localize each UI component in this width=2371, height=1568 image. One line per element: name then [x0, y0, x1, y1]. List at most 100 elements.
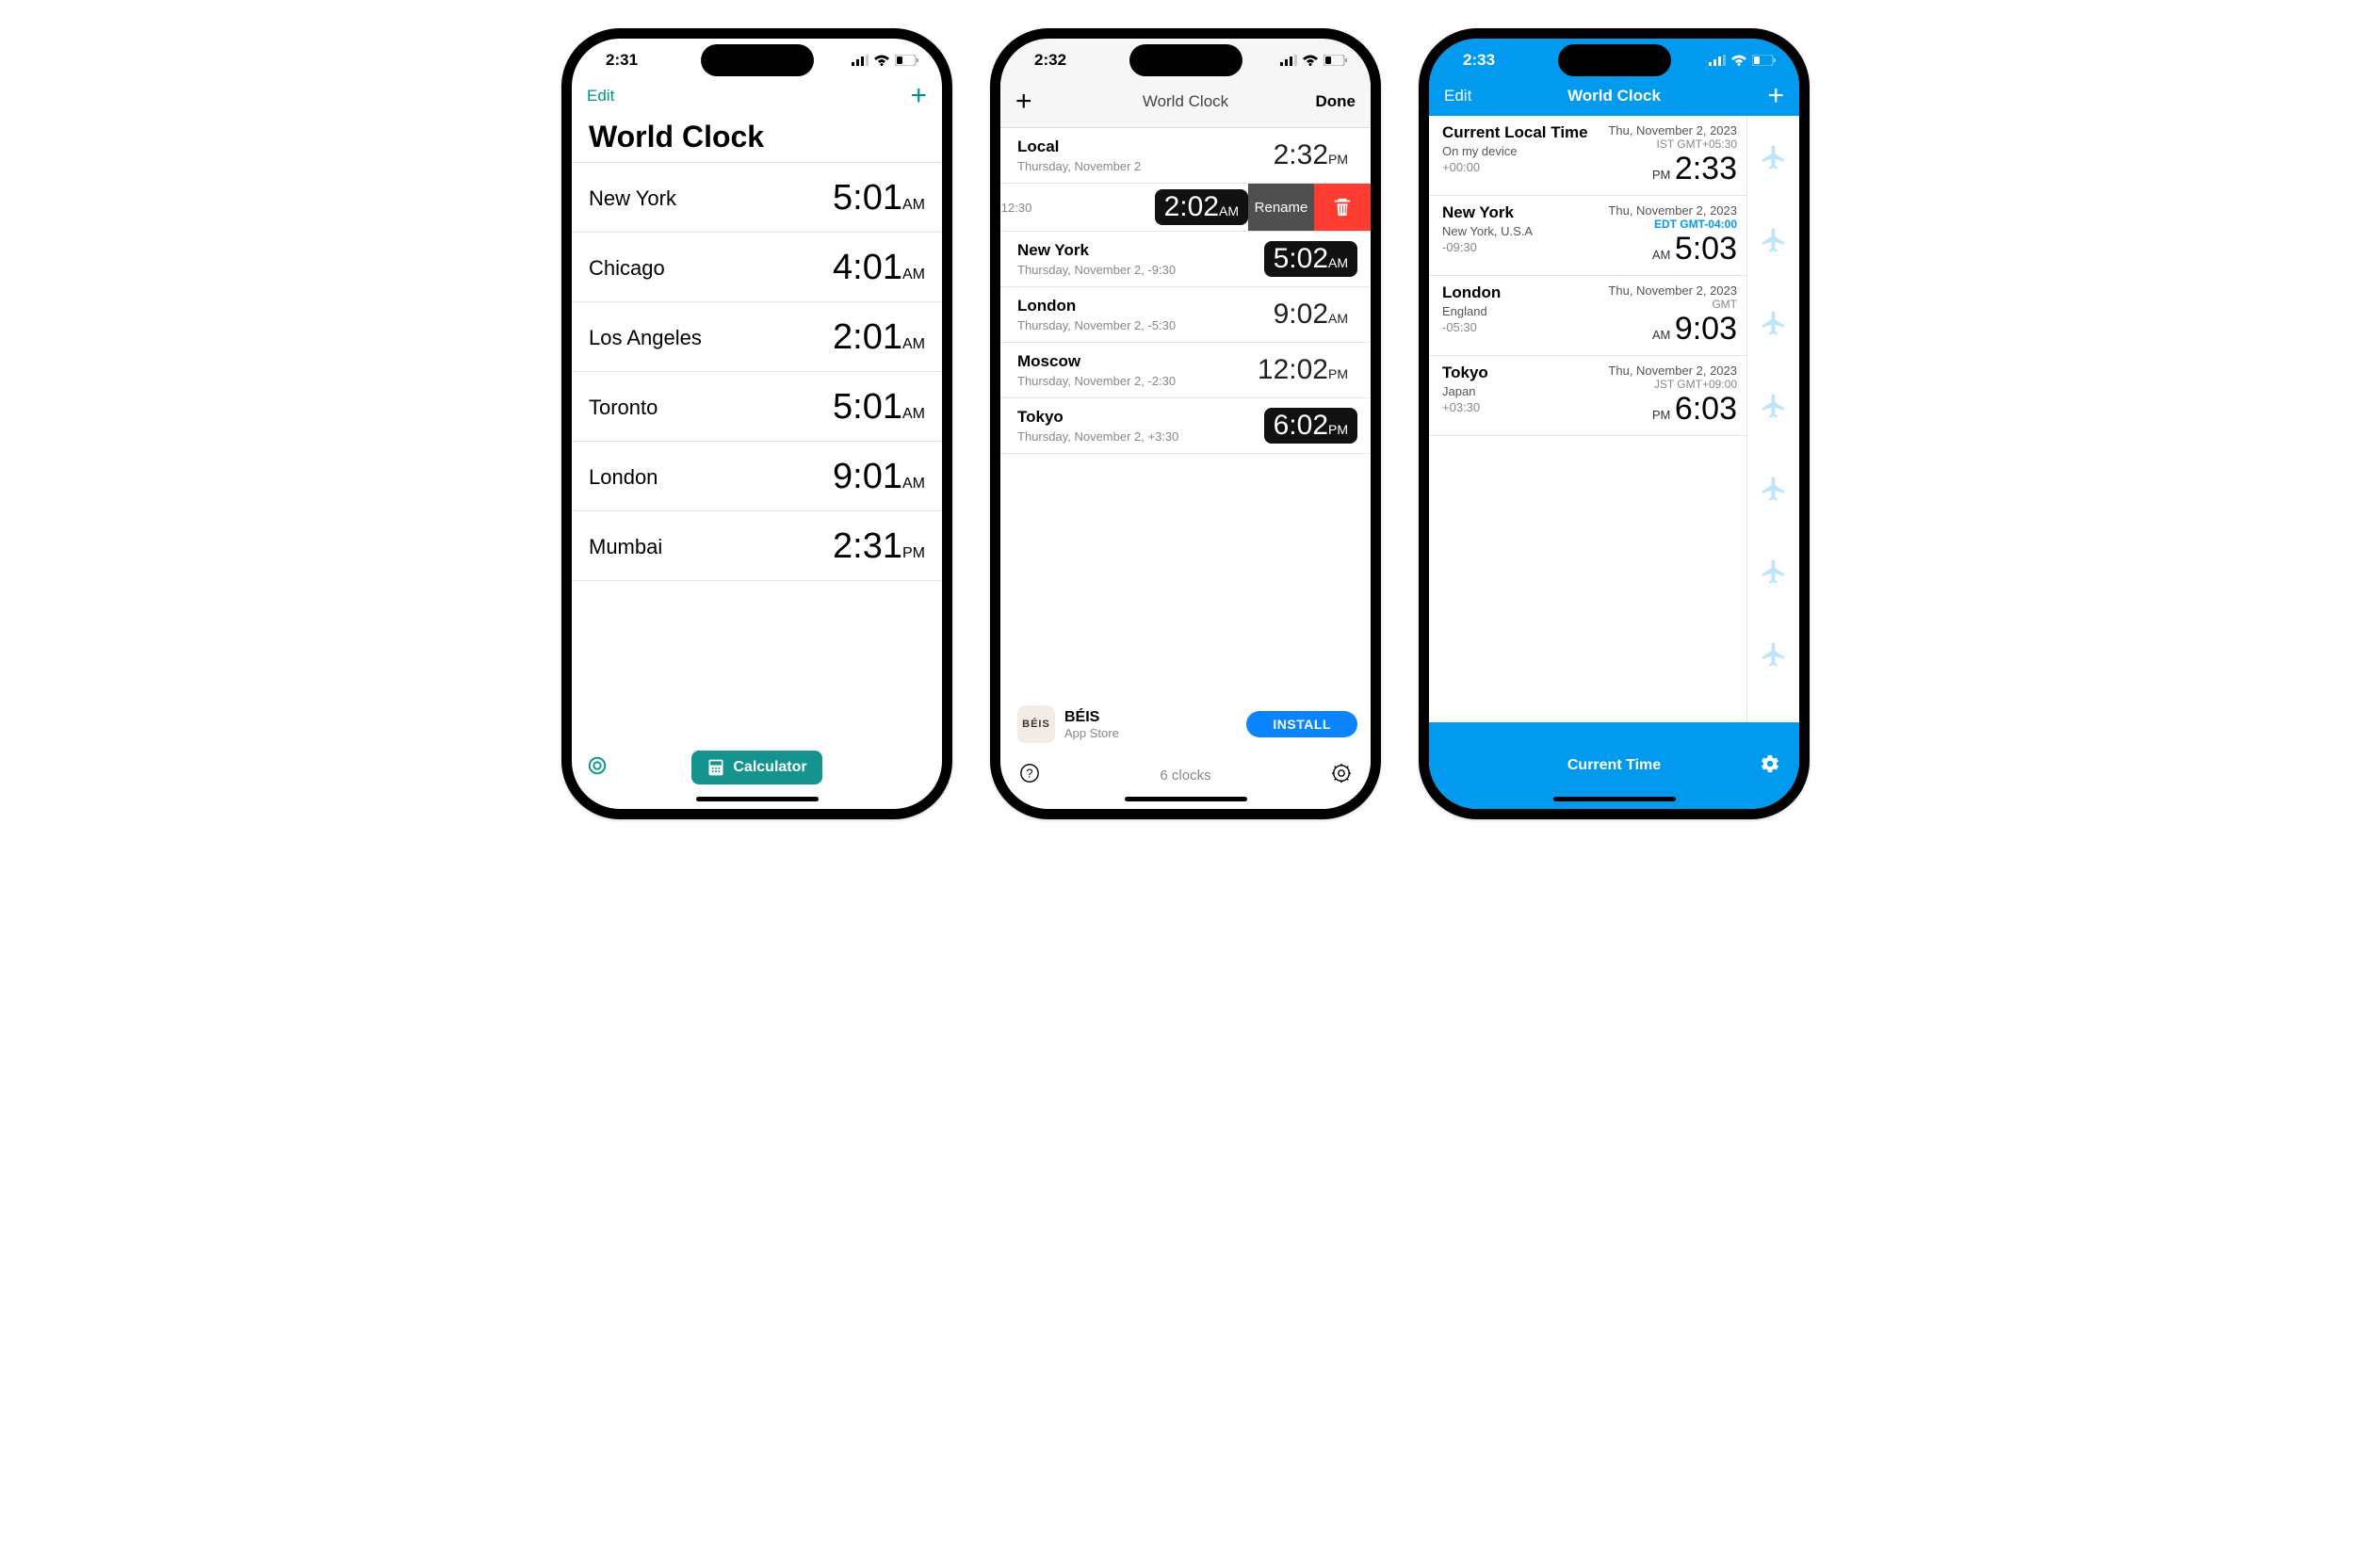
city-sub: Thursday, November 2, +3:30 — [1017, 429, 1178, 444]
status-icons — [852, 55, 919, 66]
clock-row[interactable]: London 9:01AM — [572, 442, 942, 511]
time-value: 5:01 — [833, 178, 902, 218]
tz-label: IST GMT+05:30 — [1608, 137, 1737, 151]
time-value: 6:03 — [1675, 391, 1737, 427]
clock-row-swiped[interactable]: 2, -12:30 2:02AM Rename — [1000, 184, 1371, 232]
ampm: AM — [1219, 203, 1239, 218]
home-indicator[interactable] — [696, 797, 819, 801]
page-title: World Clock — [1143, 92, 1228, 111]
clock-row[interactable]: MoscowThursday, November 2, -2:30 12:02P… — [1000, 343, 1371, 398]
time-value: 9:02 — [1274, 299, 1328, 330]
city-sub: Thursday, November 2, -9:30 — [1017, 263, 1176, 277]
page-title: World Clock — [1567, 87, 1661, 105]
time-value: 2:32 — [1274, 139, 1328, 170]
notch — [1558, 44, 1671, 76]
clock-row[interactable]: Current Local Time On my device +00:00 T… — [1429, 116, 1746, 196]
time-value: 5:01 — [833, 387, 902, 427]
wifi-icon — [873, 55, 890, 66]
edit-button[interactable]: Edit — [587, 87, 630, 105]
status-icons — [1280, 55, 1348, 66]
signal-icon — [1280, 55, 1297, 66]
settings-icon[interactable] — [587, 755, 608, 781]
time-value: 12:02 — [1258, 354, 1328, 385]
city-sub: Thursday, November 2 — [1017, 159, 1141, 173]
plane-icon[interactable] — [1747, 530, 1799, 613]
add-button[interactable]: + — [1741, 86, 1784, 106]
settings-icon[interactable] — [1760, 753, 1780, 779]
ampm: AM — [1328, 255, 1348, 270]
battery-icon — [895, 55, 919, 66]
time-value: 4:01 — [833, 248, 902, 287]
plane-icon[interactable] — [1747, 116, 1799, 199]
city-name: Toronto — [589, 396, 658, 420]
settings-icon[interactable] — [1331, 763, 1352, 788]
ampm: PM — [1646, 408, 1670, 422]
ampm: AM — [902, 197, 925, 213]
city-sub: Thursday, November 2, -2:30 — [1017, 374, 1176, 388]
add-button[interactable]: + — [884, 86, 927, 106]
footer-label[interactable]: Current Time — [1567, 757, 1661, 774]
ampm: PM — [1328, 366, 1348, 381]
nav-bar: + World Clock Done — [1000, 82, 1371, 128]
clock-row[interactable]: Chicago 4:01AM — [572, 233, 942, 302]
add-button[interactable]: + — [1015, 86, 1059, 118]
city-region: On my device — [1442, 144, 1588, 158]
clock-row[interactable]: Tokyo Japan +03:30 Thu, November 2, 2023… — [1429, 356, 1746, 436]
install-button[interactable]: INSTALL — [1246, 711, 1357, 737]
help-icon[interactable]: ? — [1019, 763, 1040, 788]
city-region: Japan — [1442, 384, 1488, 398]
clock-row[interactable]: Los Angeles 2:01AM — [572, 302, 942, 372]
clock-row[interactable]: London England -05:30 Thu, November 2, 2… — [1429, 276, 1746, 356]
edit-button[interactable]: Edit — [1444, 87, 1487, 105]
clock-row[interactable]: New York 5:01AM — [572, 163, 942, 233]
rename-button[interactable]: Rename — [1248, 184, 1314, 231]
status-icons — [1709, 55, 1777, 66]
city-offset: +03:30 — [1442, 400, 1488, 414]
clock-row[interactable]: Toronto 5:01AM — [572, 372, 942, 442]
time-value: 5:03 — [1675, 231, 1737, 267]
delete-button[interactable] — [1314, 184, 1371, 231]
battery-icon — [1752, 55, 1777, 66]
date-label: Thu, November 2, 2023 — [1608, 283, 1737, 298]
ampm: AM — [902, 476, 925, 492]
clock-row[interactable]: Mumbai 2:31PM — [572, 511, 942, 581]
ad-banner[interactable]: BÉIS BÉIS App Store INSTALL — [1000, 698, 1371, 751]
signal-icon — [1709, 55, 1726, 66]
plane-icon[interactable] — [1747, 364, 1799, 447]
clock-list[interactable]: New York 5:01AMChicago 4:01AMLos Angeles… — [572, 162, 942, 809]
time-value: 5:02 — [1274, 243, 1328, 274]
city-name: London — [1442, 283, 1501, 302]
clock-row[interactable]: Local Thursday, November 2 2:32PM — [1000, 128, 1371, 184]
plane-icon[interactable] — [1747, 447, 1799, 530]
nav-bar: Edit World Clock + — [1429, 82, 1799, 116]
plane-icon[interactable] — [1747, 613, 1799, 696]
time-value: 2:01 — [833, 317, 902, 357]
calculator-button[interactable]: Calculator — [691, 751, 821, 784]
plane-icon[interactable] — [1747, 199, 1799, 282]
home-indicator[interactable] — [1553, 797, 1676, 801]
home-indicator[interactable] — [1125, 797, 1247, 801]
clock-row[interactable]: New York New York, U.S.A -09:30 Thu, Nov… — [1429, 196, 1746, 276]
city-offset: -05:30 — [1442, 320, 1501, 334]
clock-row[interactable]: TokyoThursday, November 2, +3:30 6:02PM — [1000, 398, 1371, 454]
time-value: 6:02 — [1274, 410, 1328, 441]
ad-title: BÉIS — [1064, 709, 1246, 726]
ampm: PM — [1328, 152, 1348, 167]
ampm: AM — [1328, 311, 1348, 326]
ampm: AM — [1646, 328, 1670, 342]
clock-list[interactable]: Current Local Time On my device +00:00 T… — [1429, 116, 1799, 809]
plane-icon[interactable] — [1747, 282, 1799, 364]
time-value: 2:31 — [833, 526, 902, 566]
tz-label: EDT GMT-04:00 — [1608, 218, 1737, 231]
clock-row[interactable]: LondonThursday, November 2, -5:30 9:02AM — [1000, 287, 1371, 343]
city-name: Local — [1017, 137, 1141, 156]
city-name: Current Local Time — [1442, 123, 1588, 142]
clock-row[interactable]: New YorkThursday, November 2, -9:30 5:02… — [1000, 232, 1371, 287]
city-region: England — [1442, 304, 1501, 318]
calculator-icon — [706, 758, 725, 777]
time-value: 9:03 — [1675, 311, 1737, 347]
time-value: 9:01 — [833, 457, 902, 496]
done-button[interactable]: Done — [1312, 91, 1356, 112]
bottom-bar: ? 6 clocks — [1000, 763, 1371, 788]
city-name: New York — [1442, 203, 1533, 222]
